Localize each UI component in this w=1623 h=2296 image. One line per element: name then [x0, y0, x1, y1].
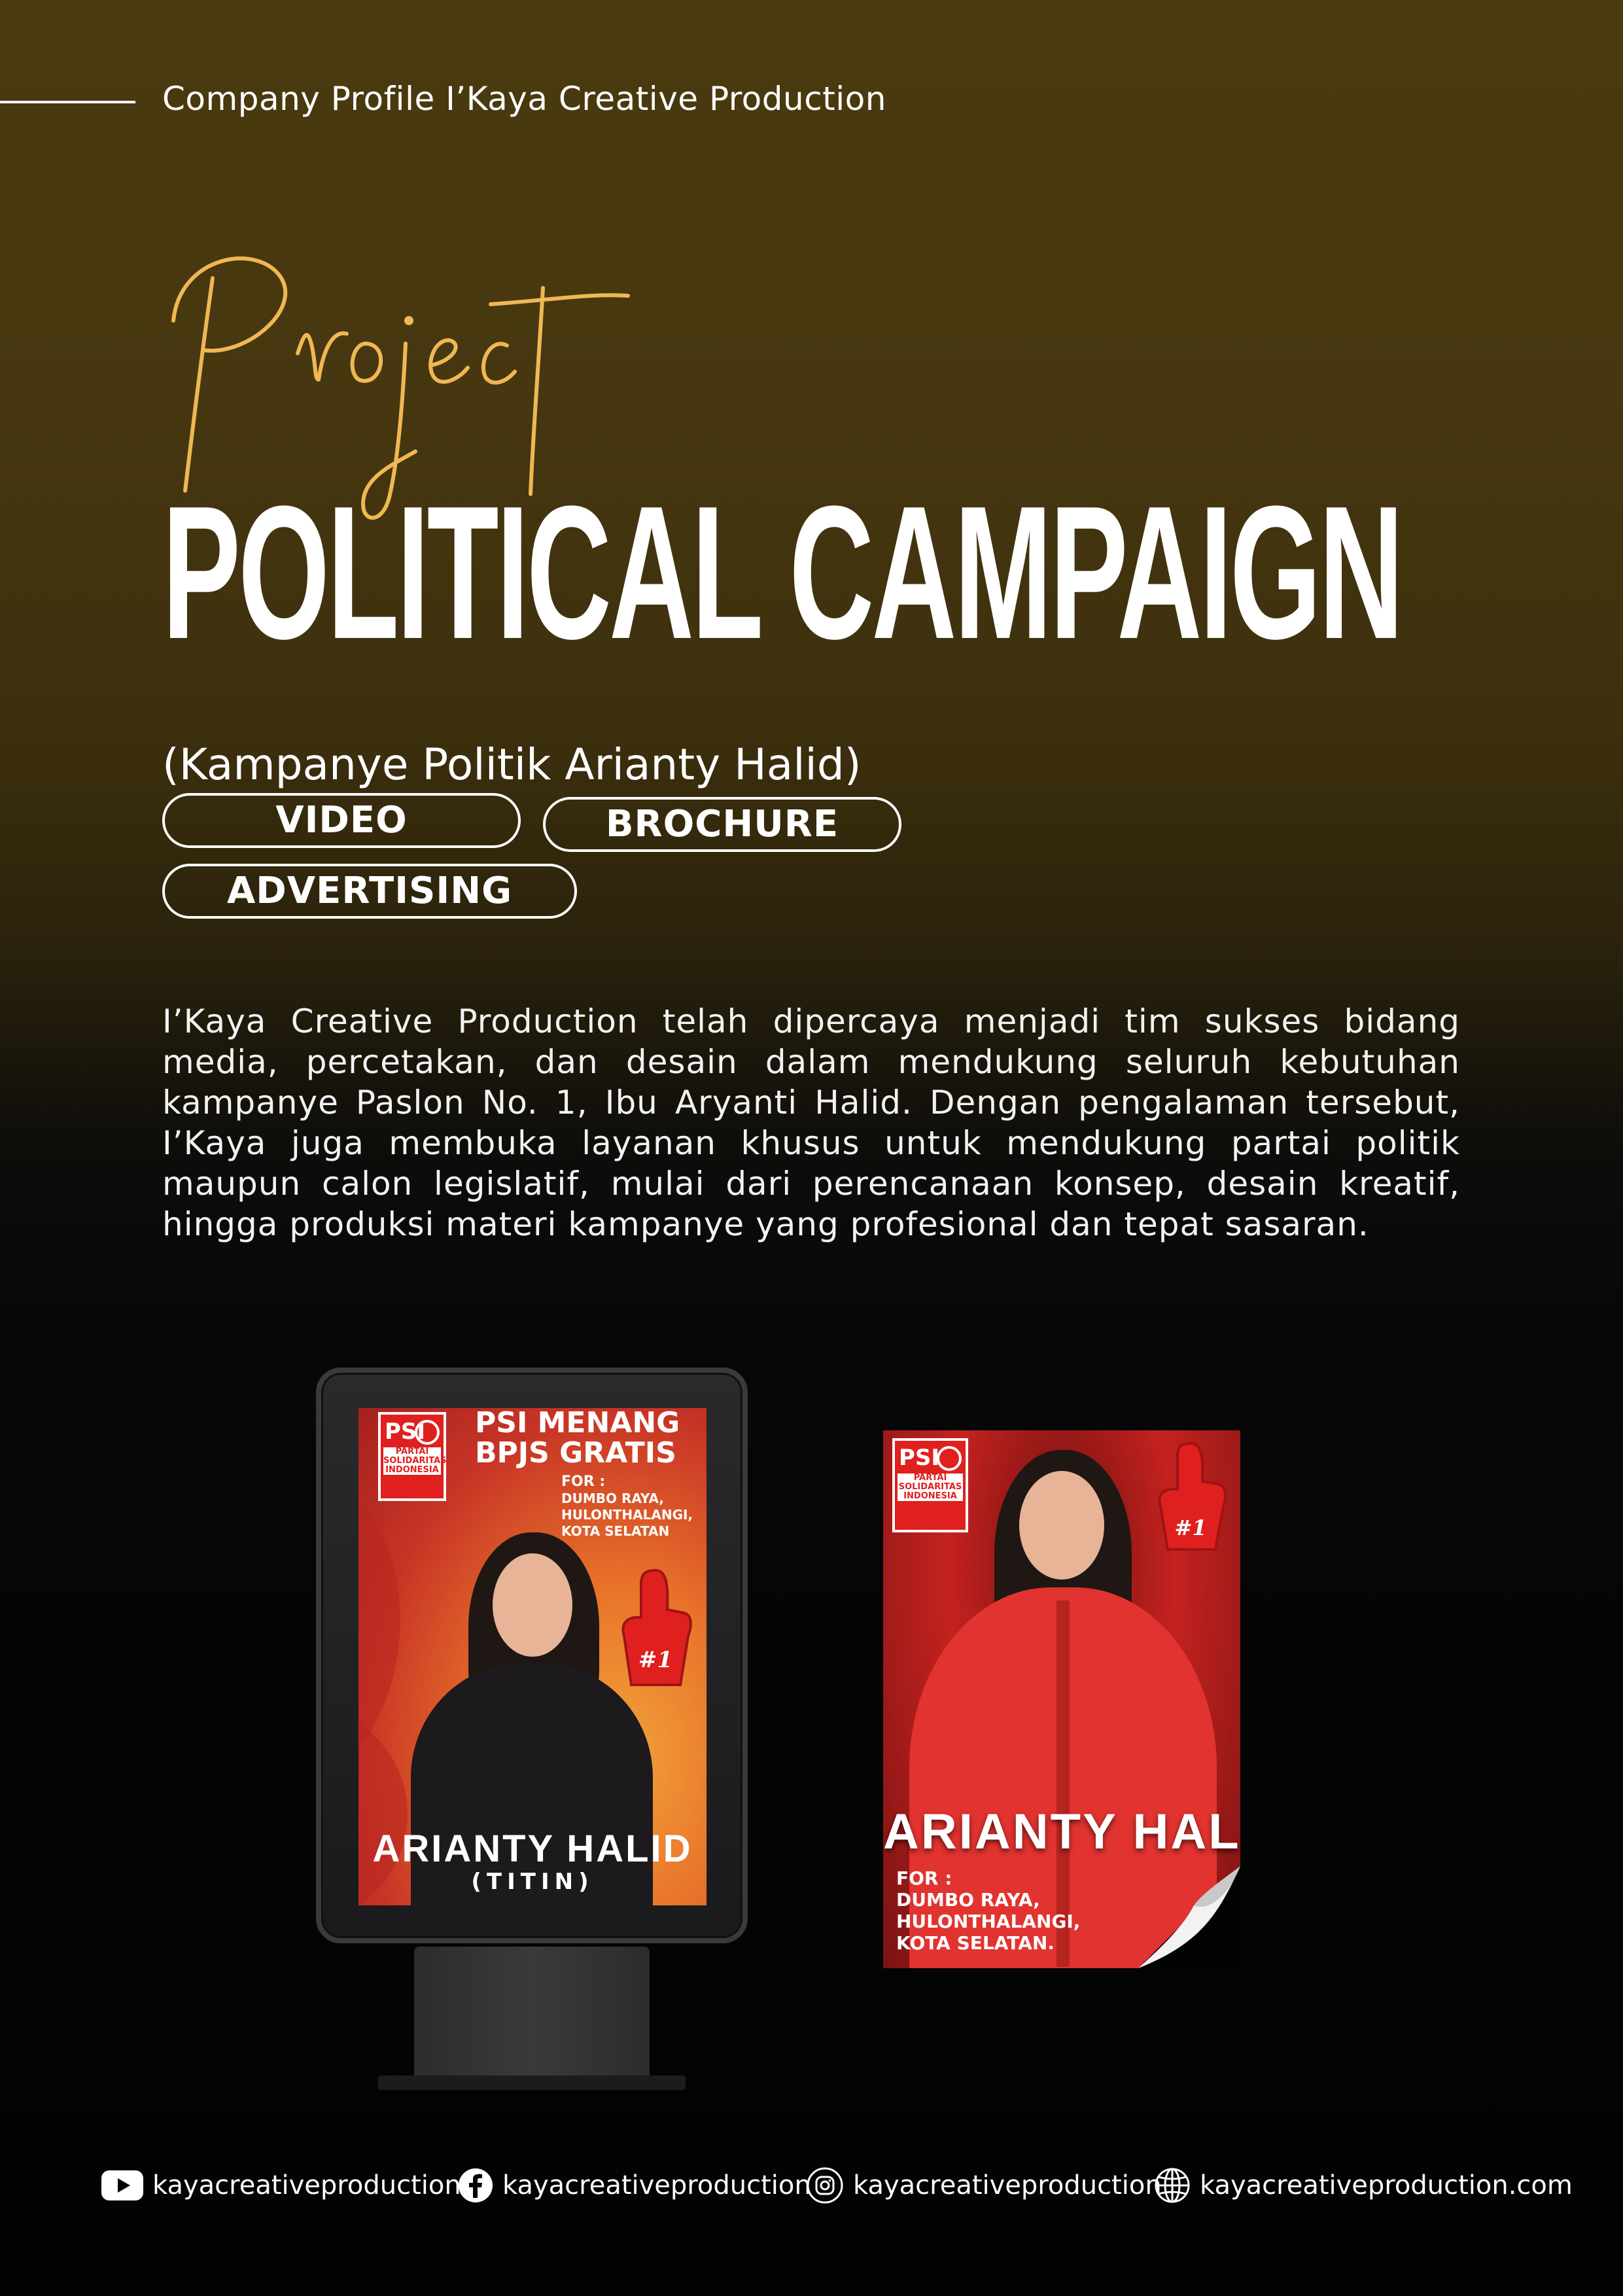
billboard-poster: PSI PARTAI SOLIDARITAS INDONESIA PSI MEN…	[358, 1408, 707, 1905]
poster-headline-2: BPJS GRATIS	[475, 1436, 676, 1470]
brochure-for-area-3: KOTA SELATAN.	[896, 1932, 1055, 1954]
poster-candidate-name: ARIANTY HALID	[372, 1828, 693, 1870]
footer-website[interactable]: kayacreativeproduction.com	[1154, 2166, 1573, 2205]
youtube-icon	[101, 2170, 143, 2200]
page-curl	[1138, 1866, 1240, 1968]
footer-facebook[interactable]: kayacreativeproduction	[458, 2166, 811, 2205]
brochure-for-area-2: HULONTHALANGI,	[896, 1911, 1081, 1932]
billboard-stand	[414, 1947, 650, 2087]
poster-for-areas: DUMBO RAYA, HULONTHALANGI, KOTA SELATAN	[561, 1491, 693, 1539]
billboard-base	[378, 2075, 686, 2090]
instagram-icon	[807, 2167, 843, 2204]
poster-headline-1: PSI MENANG	[475, 1408, 680, 1439]
footer-website-url: kayacreativeproduction.com	[1200, 2170, 1573, 2200]
service-tag-brochure: BROCHURE	[543, 797, 901, 852]
service-tag-advertising: ADVERTISING	[162, 864, 577, 919]
svg-text:#1: #1	[638, 1647, 672, 1673]
description-paragraph: I’Kaya Creative Production telah diperca…	[162, 1002, 1460, 1243]
poster-for-label: FOR :	[561, 1474, 606, 1490]
svg-text:#1: #1	[1174, 1515, 1206, 1540]
footer-youtube[interactable]: kayacreativeproduction	[101, 2166, 461, 2205]
poster-candidate-nickname: (TITIN)	[471, 1869, 594, 1895]
main-title: POLITICAL CAMPAIGN	[162, 467, 1404, 679]
facebook-icon	[459, 2168, 493, 2202]
brochure-candidate-name: ARIANTY HALID	[883, 1804, 1240, 1860]
footer-facebook-handle: kayacreativeproduction	[502, 2170, 811, 2200]
psi-logo: PSI PARTAI SOLIDARITAS INDONESIA	[378, 1412, 447, 1501]
header-divider-line	[0, 101, 135, 103]
service-tag-video: VIDEO	[162, 793, 521, 848]
foam-finger-icon: #1	[1158, 1441, 1227, 1551]
brochure-for-area-1: DUMBO RAYA,	[896, 1889, 1040, 1911]
globe-icon	[1155, 2168, 1190, 2203]
footer-instagram-handle: kayacreativeproduction	[853, 2170, 1162, 2200]
footer-instagram[interactable]: kayacreativeproduction	[806, 2166, 1162, 2205]
header-title: Company Profile I’Kaya Creative Producti…	[162, 80, 886, 118]
footer-youtube-handle: kayacreativeproduction	[152, 2170, 461, 2200]
brochure-for-label: FOR :	[896, 1867, 952, 1889]
subtitle: (Kampanye Politik Arianty Halid)	[162, 739, 862, 790]
foam-finger-icon: #1	[621, 1568, 692, 1686]
psi-logo: PSI PARTAI SOLIDARITAS INDONESIA	[892, 1438, 968, 1532]
